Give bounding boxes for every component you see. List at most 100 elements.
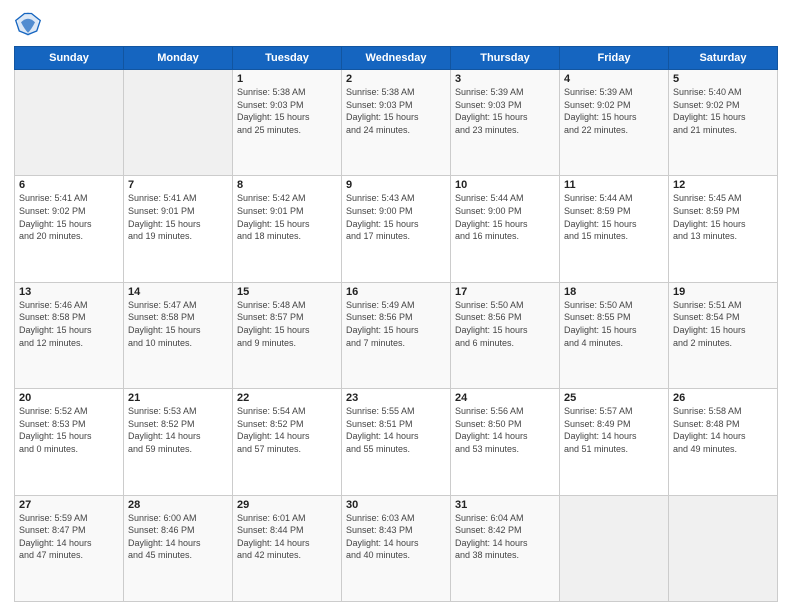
calendar-cell: 14Sunrise: 5:47 AM Sunset: 8:58 PM Dayli… xyxy=(124,282,233,388)
page: SundayMondayTuesdayWednesdayThursdayFrid… xyxy=(0,0,792,612)
day-info: Sunrise: 5:46 AM Sunset: 8:58 PM Dayligh… xyxy=(19,299,119,349)
calendar-body: 1Sunrise: 5:38 AM Sunset: 9:03 PM Daylig… xyxy=(15,70,778,602)
day-number: 18 xyxy=(564,286,664,298)
day-number: 24 xyxy=(455,392,555,404)
day-info: Sunrise: 5:50 AM Sunset: 8:55 PM Dayligh… xyxy=(564,299,664,349)
calendar-cell xyxy=(124,70,233,176)
day-number: 31 xyxy=(455,499,555,511)
weekday-header: Saturday xyxy=(669,47,778,70)
day-info: Sunrise: 5:40 AM Sunset: 9:02 PM Dayligh… xyxy=(673,86,773,136)
logo xyxy=(14,10,46,38)
header xyxy=(14,10,778,38)
calendar-cell: 27Sunrise: 5:59 AM Sunset: 8:47 PM Dayli… xyxy=(15,495,124,601)
calendar-cell xyxy=(669,495,778,601)
calendar-week-row: 20Sunrise: 5:52 AM Sunset: 8:53 PM Dayli… xyxy=(15,389,778,495)
calendar-cell: 6Sunrise: 5:41 AM Sunset: 9:02 PM Daylig… xyxy=(15,176,124,282)
calendar-cell: 7Sunrise: 5:41 AM Sunset: 9:01 PM Daylig… xyxy=(124,176,233,282)
day-number: 27 xyxy=(19,499,119,511)
day-info: Sunrise: 5:45 AM Sunset: 8:59 PM Dayligh… xyxy=(673,192,773,242)
day-info: Sunrise: 5:55 AM Sunset: 8:51 PM Dayligh… xyxy=(346,405,446,455)
day-info: Sunrise: 5:39 AM Sunset: 9:02 PM Dayligh… xyxy=(564,86,664,136)
day-info: Sunrise: 5:38 AM Sunset: 9:03 PM Dayligh… xyxy=(237,86,337,136)
day-info: Sunrise: 5:56 AM Sunset: 8:50 PM Dayligh… xyxy=(455,405,555,455)
weekday-header: Sunday xyxy=(15,47,124,70)
calendar-cell: 30Sunrise: 6:03 AM Sunset: 8:43 PM Dayli… xyxy=(342,495,451,601)
calendar-cell: 22Sunrise: 5:54 AM Sunset: 8:52 PM Dayli… xyxy=(233,389,342,495)
calendar-cell: 15Sunrise: 5:48 AM Sunset: 8:57 PM Dayli… xyxy=(233,282,342,388)
day-info: Sunrise: 5:43 AM Sunset: 9:00 PM Dayligh… xyxy=(346,192,446,242)
day-info: Sunrise: 5:52 AM Sunset: 8:53 PM Dayligh… xyxy=(19,405,119,455)
calendar-cell: 4Sunrise: 5:39 AM Sunset: 9:02 PM Daylig… xyxy=(560,70,669,176)
day-number: 21 xyxy=(128,392,228,404)
day-number: 13 xyxy=(19,286,119,298)
day-info: Sunrise: 5:41 AM Sunset: 9:01 PM Dayligh… xyxy=(128,192,228,242)
day-number: 12 xyxy=(673,179,773,191)
day-info: Sunrise: 5:49 AM Sunset: 8:56 PM Dayligh… xyxy=(346,299,446,349)
calendar-cell: 25Sunrise: 5:57 AM Sunset: 8:49 PM Dayli… xyxy=(560,389,669,495)
day-number: 2 xyxy=(346,73,446,85)
day-info: Sunrise: 5:59 AM Sunset: 8:47 PM Dayligh… xyxy=(19,512,119,562)
weekday-header: Friday xyxy=(560,47,669,70)
calendar-cell: 17Sunrise: 5:50 AM Sunset: 8:56 PM Dayli… xyxy=(451,282,560,388)
calendar-week-row: 27Sunrise: 5:59 AM Sunset: 8:47 PM Dayli… xyxy=(15,495,778,601)
day-info: Sunrise: 6:04 AM Sunset: 8:42 PM Dayligh… xyxy=(455,512,555,562)
day-number: 7 xyxy=(128,179,228,191)
day-number: 20 xyxy=(19,392,119,404)
day-info: Sunrise: 5:44 AM Sunset: 8:59 PM Dayligh… xyxy=(564,192,664,242)
day-number: 10 xyxy=(455,179,555,191)
day-number: 25 xyxy=(564,392,664,404)
weekday-row: SundayMondayTuesdayWednesdayThursdayFrid… xyxy=(15,47,778,70)
calendar-cell: 1Sunrise: 5:38 AM Sunset: 9:03 PM Daylig… xyxy=(233,70,342,176)
calendar-cell: 20Sunrise: 5:52 AM Sunset: 8:53 PM Dayli… xyxy=(15,389,124,495)
calendar-week-row: 13Sunrise: 5:46 AM Sunset: 8:58 PM Dayli… xyxy=(15,282,778,388)
day-info: Sunrise: 6:01 AM Sunset: 8:44 PM Dayligh… xyxy=(237,512,337,562)
day-info: Sunrise: 5:39 AM Sunset: 9:03 PM Dayligh… xyxy=(455,86,555,136)
day-number: 26 xyxy=(673,392,773,404)
day-info: Sunrise: 5:51 AM Sunset: 8:54 PM Dayligh… xyxy=(673,299,773,349)
day-number: 28 xyxy=(128,499,228,511)
calendar-cell xyxy=(560,495,669,601)
day-info: Sunrise: 5:57 AM Sunset: 8:49 PM Dayligh… xyxy=(564,405,664,455)
day-number: 6 xyxy=(19,179,119,191)
calendar-header: SundayMondayTuesdayWednesdayThursdayFrid… xyxy=(15,47,778,70)
calendar-week-row: 1Sunrise: 5:38 AM Sunset: 9:03 PM Daylig… xyxy=(15,70,778,176)
day-info: Sunrise: 6:03 AM Sunset: 8:43 PM Dayligh… xyxy=(346,512,446,562)
calendar-cell: 28Sunrise: 6:00 AM Sunset: 8:46 PM Dayli… xyxy=(124,495,233,601)
day-number: 30 xyxy=(346,499,446,511)
calendar-cell: 10Sunrise: 5:44 AM Sunset: 9:00 PM Dayli… xyxy=(451,176,560,282)
calendar-cell: 26Sunrise: 5:58 AM Sunset: 8:48 PM Dayli… xyxy=(669,389,778,495)
day-number: 9 xyxy=(346,179,446,191)
day-number: 22 xyxy=(237,392,337,404)
day-number: 3 xyxy=(455,73,555,85)
calendar-cell: 3Sunrise: 5:39 AM Sunset: 9:03 PM Daylig… xyxy=(451,70,560,176)
weekday-header: Monday xyxy=(124,47,233,70)
weekday-header: Wednesday xyxy=(342,47,451,70)
day-number: 14 xyxy=(128,286,228,298)
day-info: Sunrise: 5:44 AM Sunset: 9:00 PM Dayligh… xyxy=(455,192,555,242)
day-number: 8 xyxy=(237,179,337,191)
day-number: 16 xyxy=(346,286,446,298)
day-number: 5 xyxy=(673,73,773,85)
day-number: 4 xyxy=(564,73,664,85)
day-info: Sunrise: 5:47 AM Sunset: 8:58 PM Dayligh… xyxy=(128,299,228,349)
day-number: 15 xyxy=(237,286,337,298)
day-info: Sunrise: 6:00 AM Sunset: 8:46 PM Dayligh… xyxy=(128,512,228,562)
day-number: 19 xyxy=(673,286,773,298)
calendar-cell: 12Sunrise: 5:45 AM Sunset: 8:59 PM Dayli… xyxy=(669,176,778,282)
day-info: Sunrise: 5:53 AM Sunset: 8:52 PM Dayligh… xyxy=(128,405,228,455)
calendar-cell: 29Sunrise: 6:01 AM Sunset: 8:44 PM Dayli… xyxy=(233,495,342,601)
calendar-cell: 24Sunrise: 5:56 AM Sunset: 8:50 PM Dayli… xyxy=(451,389,560,495)
calendar-cell: 9Sunrise: 5:43 AM Sunset: 9:00 PM Daylig… xyxy=(342,176,451,282)
day-number: 1 xyxy=(237,73,337,85)
calendar-table: SundayMondayTuesdayWednesdayThursdayFrid… xyxy=(14,46,778,602)
day-info: Sunrise: 5:41 AM Sunset: 9:02 PM Dayligh… xyxy=(19,192,119,242)
calendar-cell: 31Sunrise: 6:04 AM Sunset: 8:42 PM Dayli… xyxy=(451,495,560,601)
day-info: Sunrise: 5:54 AM Sunset: 8:52 PM Dayligh… xyxy=(237,405,337,455)
calendar-cell: 13Sunrise: 5:46 AM Sunset: 8:58 PM Dayli… xyxy=(15,282,124,388)
day-info: Sunrise: 5:42 AM Sunset: 9:01 PM Dayligh… xyxy=(237,192,337,242)
day-number: 17 xyxy=(455,286,555,298)
calendar-cell: 11Sunrise: 5:44 AM Sunset: 8:59 PM Dayli… xyxy=(560,176,669,282)
day-info: Sunrise: 5:58 AM Sunset: 8:48 PM Dayligh… xyxy=(673,405,773,455)
day-info: Sunrise: 5:38 AM Sunset: 9:03 PM Dayligh… xyxy=(346,86,446,136)
calendar-cell: 8Sunrise: 5:42 AM Sunset: 9:01 PM Daylig… xyxy=(233,176,342,282)
